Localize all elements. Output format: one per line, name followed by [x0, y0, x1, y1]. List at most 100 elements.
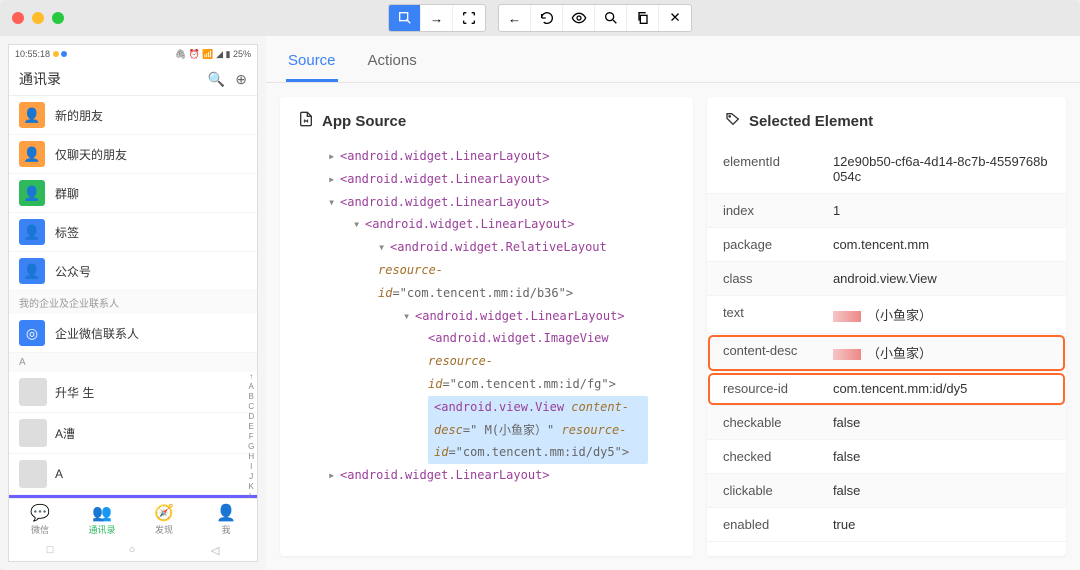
property-value: 12e90b50-cf6a-4d14-8c7b-4559768b054c	[833, 154, 1050, 184]
caret-icon[interactable]: ▾	[353, 213, 365, 236]
property-key: enabled	[723, 517, 833, 532]
property-row: elementId12e90b50-cf6a-4d14-8c7b-4559768…	[707, 145, 1066, 194]
app-source-title: App Source	[280, 97, 693, 145]
inspector-select-button[interactable]	[389, 5, 421, 31]
file-icon	[298, 111, 314, 131]
bottom-tab[interactable]: 💬微信	[9, 499, 71, 540]
redacted-value	[833, 349, 861, 360]
property-row: packagecom.tencent.mm	[707, 228, 1066, 262]
tab-actions[interactable]: Actions	[366, 46, 419, 82]
device-statusbar: 10:55:18 🖇 ⏰ 📶 ◢ ▮ 25%	[9, 45, 257, 63]
contact-row[interactable]: A漕	[9, 413, 257, 454]
traffic-lights	[12, 12, 64, 24]
menu-item[interactable]: 👤新的朋友	[9, 96, 257, 135]
contact-row[interactable]: M(家）	[9, 495, 257, 498]
property-row: enabledtrue	[707, 508, 1066, 542]
contacts-header: 通讯录 🔍 ⊕	[9, 63, 257, 96]
swipe-button[interactable]: →	[421, 5, 453, 31]
contact-row[interactable]: A	[9, 454, 257, 495]
caret-icon[interactable]: ▸	[328, 464, 340, 487]
tab-source[interactable]: Source	[286, 46, 338, 82]
refresh-button[interactable]	[531, 5, 563, 31]
quit-button[interactable]: ✕	[659, 5, 691, 31]
minimize-window-button[interactable]	[32, 12, 44, 24]
avatar	[19, 419, 47, 447]
add-icon[interactable]: ⊕	[235, 71, 247, 88]
source-tree[interactable]: ▸<android.widget.LinearLayout> ▸<android…	[280, 145, 693, 505]
property-key: checkable	[723, 415, 833, 430]
property-value: false	[833, 483, 1050, 498]
nav-home[interactable]: ○	[129, 544, 136, 557]
avatar	[19, 378, 47, 406]
property-key: package	[723, 237, 833, 252]
wecom-icon: ◎	[19, 320, 45, 346]
alpha-index[interactable]: ↑ABCDEFGHIJKLMNOPQRSTUVWXYZ#	[247, 372, 255, 498]
caret-icon[interactable]: ▾	[403, 305, 415, 328]
property-key: index	[723, 203, 833, 218]
property-value: （小鱼家）	[833, 343, 1050, 362]
bottom-tab[interactable]: 🧭发现	[133, 499, 195, 540]
property-value: （小鱼家）	[833, 305, 1050, 324]
window-titlebar: → ← ✕	[0, 0, 1080, 36]
close-window-button[interactable]	[12, 12, 24, 24]
redacted-value	[833, 311, 861, 322]
property-key: text	[723, 305, 833, 324]
bottom-tab[interactable]: 👤我	[195, 499, 257, 540]
property-key: clickable	[723, 483, 833, 498]
property-row: classandroid.view.View	[707, 262, 1066, 296]
caret-icon[interactable]: ▸	[328, 145, 340, 168]
menu-icon: 👤	[19, 219, 45, 245]
menu-icon: 👤	[19, 102, 45, 128]
property-key: elementId	[723, 154, 833, 184]
caret-icon[interactable]: ▾	[378, 236, 390, 259]
property-key: resource-id	[723, 381, 833, 396]
search-icon[interactable]: 🔍	[208, 71, 225, 88]
contacts-list: 升华 生A漕AM(家）昇臻 ↑ABCDEFGHIJKLMNOPQRSTUVWXY…	[9, 372, 257, 498]
property-value: 1	[833, 203, 1050, 218]
selected-element-title: Selected Element	[707, 97, 1066, 145]
maximize-window-button[interactable]	[52, 12, 64, 24]
menu-item[interactable]: 👤公众号	[9, 252, 257, 291]
nav-keys: □ ○ ◁	[9, 540, 257, 561]
property-row: clickablefalse	[707, 474, 1066, 508]
tap-coords-button[interactable]	[453, 5, 485, 31]
device-screenshot[interactable]: 10:55:18 🖇 ⏰ 📶 ◢ ▮ 25% 通讯录 🔍 ⊕ 👤新的朋友👤仅聊天…	[8, 44, 258, 562]
section-label: 我的企业及企业联系人	[9, 291, 257, 314]
menu-item[interactable]: 👤群聊	[9, 174, 257, 213]
property-row: resource-idcom.tencent.mm:id/dy5	[707, 372, 1066, 406]
property-row: text（小鱼家）	[707, 296, 1066, 334]
property-value: com.tencent.mm:id/dy5	[833, 381, 1050, 396]
menu-icon: 👤	[19, 180, 45, 206]
section-label-a: A	[9, 353, 257, 372]
menu-icon: 👤	[19, 258, 45, 284]
menu-item[interactable]: 👤仅聊天的朋友	[9, 135, 257, 174]
property-value: android.view.View	[833, 271, 1050, 286]
selected-tree-node[interactable]: <android.view.View content-desc=" M(小鱼家）…	[428, 396, 648, 464]
caret-icon[interactable]: ▾	[328, 191, 340, 214]
back-button[interactable]: ←	[499, 5, 531, 31]
property-value: false	[833, 449, 1050, 464]
recording-button[interactable]	[563, 5, 595, 31]
contact-row[interactable]: 升华 生	[9, 372, 257, 413]
property-key: class	[723, 271, 833, 286]
app-source-panel: App Source ▸<android.widget.LinearLayout…	[280, 97, 693, 556]
avatar	[19, 460, 47, 488]
nav-recent[interactable]: □	[47, 544, 54, 557]
property-value: com.tencent.mm	[833, 237, 1050, 252]
property-key: checked	[723, 449, 833, 464]
search-button[interactable]	[595, 5, 627, 31]
nav-back[interactable]: ◁	[211, 544, 219, 557]
property-row: content-desc（小鱼家）	[707, 334, 1066, 372]
property-row: index1	[707, 194, 1066, 228]
copy-xml-button[interactable]	[627, 5, 659, 31]
property-key: content-desc	[723, 343, 833, 362]
wecom-contacts-item[interactable]: ◎ 企业微信联系人	[9, 314, 257, 353]
caret-icon[interactable]: ▸	[328, 168, 340, 191]
menu-item[interactable]: 👤标签	[9, 213, 257, 252]
selected-element-panel: Selected Element elementId12e90b50-cf6a-…	[707, 97, 1066, 556]
bottom-tab[interactable]: 👥通讯录	[71, 499, 133, 540]
property-row: checkedfalse	[707, 440, 1066, 474]
property-value: false	[833, 415, 1050, 430]
property-value: true	[833, 517, 1050, 532]
contacts-menu: 👤新的朋友👤仅聊天的朋友👤群聊👤标签👤公众号	[9, 96, 257, 291]
